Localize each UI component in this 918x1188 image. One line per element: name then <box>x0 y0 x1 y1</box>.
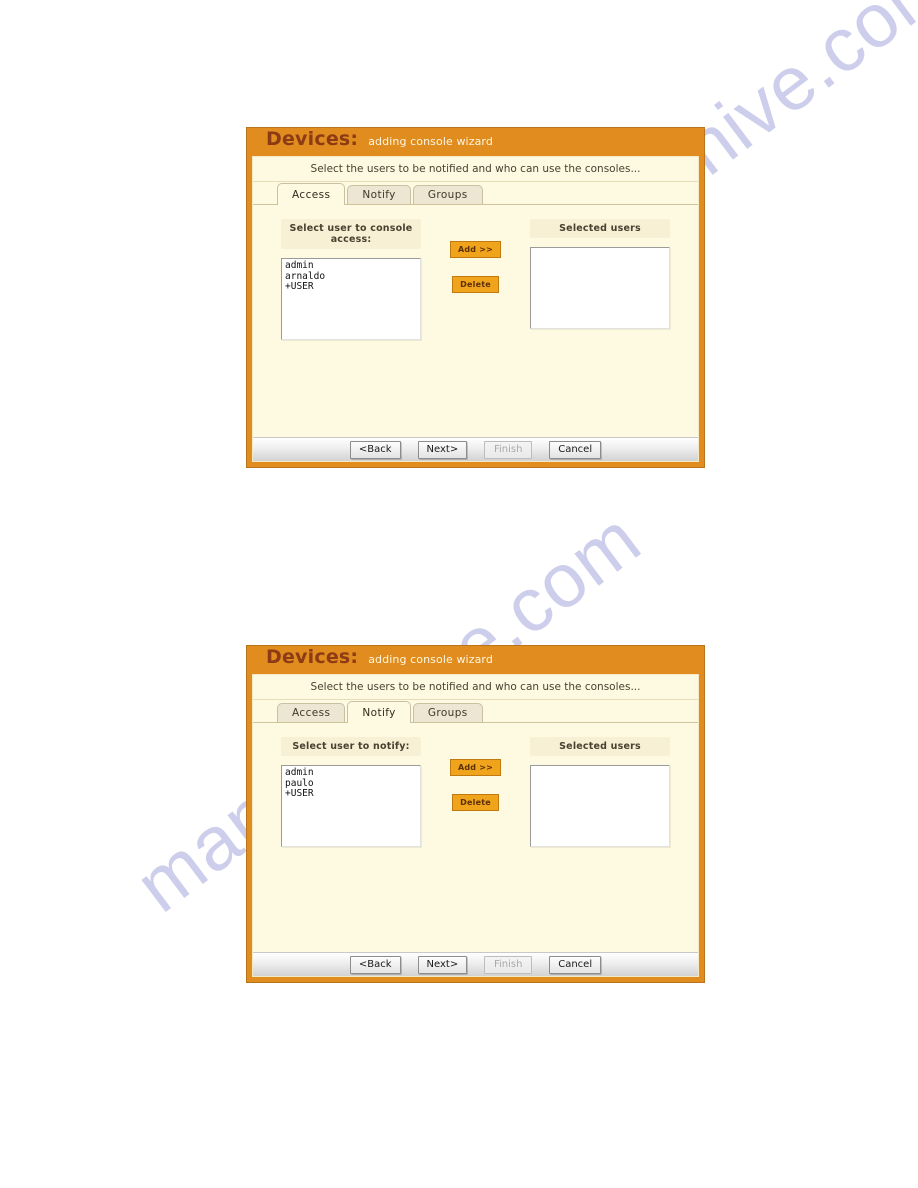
available-users-listbox[interactable]: admin arnaldo +USER <box>281 258 421 340</box>
page-title: Devices: <box>266 646 359 668</box>
dialog-body: Select the users to be notified and who … <box>252 674 699 977</box>
available-users-header: Select user to console access: <box>281 219 421 249</box>
back-button[interactable]: <Back <box>349 440 401 459</box>
tab-notify[interactable]: Notify <box>347 701 411 723</box>
tab-notify[interactable]: Notify <box>347 185 411 204</box>
available-users-header: Select user to notify: <box>281 737 421 756</box>
tab-panel: Select user to console access: admin arn… <box>253 205 698 437</box>
wizard-footer: <Back Next> Finish Cancel <box>253 437 698 461</box>
page-subtitle: adding console wizard <box>368 135 493 148</box>
transfer-buttons: Add >> Delete <box>421 737 530 811</box>
next-button[interactable]: Next> <box>417 440 468 459</box>
available-users-column: Select user to notify: admin paulo +USER <box>281 737 421 847</box>
next-button[interactable]: Next> <box>417 955 468 974</box>
dialog-titlebar: Devices: adding console wizard <box>252 646 699 674</box>
selected-users-header: Selected users <box>530 219 670 238</box>
tab-groups[interactable]: Groups <box>412 185 483 204</box>
console-wizard-dialog-access: Devices: adding console wizard Select th… <box>246 127 705 468</box>
tab-access[interactable]: Access <box>277 183 346 205</box>
list-item[interactable]: admin <box>285 767 417 779</box>
instruction-text: Select the users to be notified and who … <box>253 675 698 700</box>
list-item[interactable]: +USER <box>285 788 417 800</box>
list-item[interactable]: admin <box>285 260 417 272</box>
dialog-titlebar: Devices: adding console wizard <box>252 128 699 156</box>
available-users-column: Select user to console access: admin arn… <box>281 219 421 340</box>
tabstrip: Access Notify Groups <box>253 700 698 723</box>
selected-users-listbox[interactable] <box>530 247 670 329</box>
instruction-text: Select the users to be notified and who … <box>253 157 698 182</box>
finish-button: Finish <box>484 440 533 459</box>
wizard-footer: <Back Next> Finish Cancel <box>253 952 698 976</box>
dialog-body: Select the users to be notified and who … <box>252 156 699 462</box>
delete-button[interactable]: Delete <box>452 276 499 293</box>
cancel-button[interactable]: Cancel <box>549 440 602 459</box>
available-users-listbox[interactable]: admin paulo +USER <box>281 765 421 847</box>
tabstrip: Access Notify Groups <box>253 182 698 205</box>
transfer-columns: Select user to console access: admin arn… <box>253 205 698 340</box>
selected-users-column: Selected users <box>530 737 670 847</box>
tab-access[interactable]: Access <box>277 703 346 722</box>
selected-users-header: Selected users <box>530 737 670 756</box>
console-wizard-dialog-notify: Devices: adding console wizard Select th… <box>246 645 705 983</box>
add-button[interactable]: Add >> <box>449 759 502 776</box>
transfer-buttons: Add >> Delete <box>421 219 530 293</box>
cancel-button[interactable]: Cancel <box>549 955 602 974</box>
tab-groups[interactable]: Groups <box>412 703 483 722</box>
transfer-columns: Select user to notify: admin paulo +USER… <box>253 723 698 847</box>
list-item[interactable]: +USER <box>285 281 417 293</box>
page-subtitle: adding console wizard <box>368 653 493 666</box>
add-button[interactable]: Add >> <box>449 241 502 258</box>
tab-panel: Select user to notify: admin paulo +USER… <box>253 723 698 952</box>
finish-button: Finish <box>484 955 533 974</box>
selected-users-listbox[interactable] <box>530 765 670 847</box>
delete-button[interactable]: Delete <box>452 794 499 811</box>
back-button[interactable]: <Back <box>349 955 401 974</box>
page-title: Devices: <box>266 128 359 150</box>
selected-users-column: Selected users <box>530 219 670 329</box>
